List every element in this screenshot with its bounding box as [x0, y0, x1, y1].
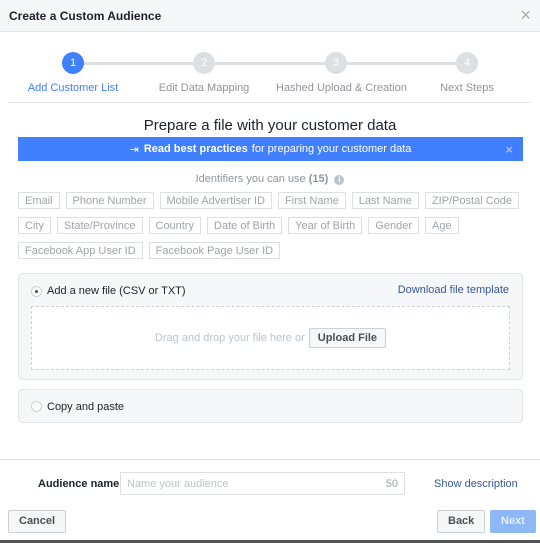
- copy-paste-panel: Copy and paste: [18, 389, 523, 423]
- audience-name-label: Audience name: [38, 478, 120, 490]
- step-label: Hashed Upload & Creation: [276, 82, 407, 94]
- identifier-chip: First Name: [277, 192, 346, 209]
- dropzone-text: Drag and drop your file here or: [154, 332, 305, 344]
- add-file-radio[interactable]: [31, 286, 42, 297]
- close-icon[interactable]: ×: [520, 5, 531, 26]
- copy-paste-label[interactable]: Copy and paste: [47, 401, 124, 413]
- identifier-chip: Gender: [368, 217, 420, 234]
- dialog-footer: Audience name Name your audience 50 Show…: [0, 459, 540, 543]
- progress-stepper: 1 Add Customer List 2 Edit Data Mapping 3 H…: [0, 32, 540, 102]
- upload-file-button[interactable]: Upload File: [308, 328, 387, 348]
- identifier-chip: State/Province: [56, 217, 143, 234]
- step-edit-data-mapping: 2 Edit Data Mapping: [144, 52, 264, 94]
- best-practices-banner[interactable]: ⇥ Read best practices for preparing your…: [18, 137, 523, 161]
- dialog-title: Create a Custom Audience: [9, 8, 162, 23]
- external-link-icon: ⇥: [129, 143, 139, 156]
- step-number: 3: [325, 52, 347, 74]
- step-hashed-upload: 3 Hashed Upload & Creation: [276, 52, 407, 94]
- identifier-chip: Mobile Advertiser ID: [159, 192, 272, 209]
- audience-name-input[interactable]: Name your audience 50: [120, 472, 405, 495]
- identifier-chip: Phone Number: [65, 192, 154, 209]
- step-next-steps: 4 Next Steps: [407, 52, 527, 94]
- step-label: Add Customer List: [27, 82, 119, 94]
- divider: [8, 102, 532, 103]
- download-template-link[interactable]: Download file template: [398, 284, 509, 296]
- step-label: Edit Data Mapping: [158, 82, 250, 94]
- add-file-label[interactable]: Add a new file (CSV or TXT): [47, 285, 186, 297]
- identifier-chip: City: [18, 217, 51, 234]
- banner-text: for preparing your customer data: [251, 143, 412, 155]
- step-number: 2: [193, 52, 215, 74]
- identifier-chip: Year of Birth: [288, 217, 363, 234]
- identifiers-text: Identifiers you can use: [195, 173, 306, 185]
- step-number: 1: [62, 52, 84, 74]
- best-practices-link[interactable]: Read best practices: [144, 143, 248, 155]
- identifier-chip: Country: [148, 217, 202, 234]
- file-dropzone[interactable]: Drag and drop your file here or Upload F…: [31, 306, 510, 370]
- identifier-chip: Date of Birth: [207, 217, 283, 234]
- identifier-chip: Email: [18, 192, 60, 209]
- next-button[interactable]: Next: [490, 510, 536, 533]
- cancel-button[interactable]: Cancel: [8, 510, 67, 533]
- identifier-chips: Email Phone Number Mobile Advertiser ID Fir…: [18, 192, 523, 259]
- add-file-panel: Add a new file (CSV or TXT) Download fil…: [18, 273, 523, 380]
- identifiers-label: Identifiers you can use (15) i: [0, 173, 540, 185]
- dialog-header: Create a Custom Audience ×: [0, 0, 540, 32]
- show-description-link[interactable]: Show description: [434, 478, 518, 490]
- step-number: 4: [456, 52, 478, 74]
- audience-name-placeholder: Name your audience: [127, 477, 229, 490]
- info-icon[interactable]: i: [334, 175, 345, 185]
- step-label: Next Steps: [440, 82, 494, 94]
- identifier-chip: Age: [425, 217, 459, 234]
- identifier-chip: Facebook Page User ID: [148, 242, 281, 259]
- identifier-chip: Facebook App User ID: [18, 242, 143, 259]
- section-heading: Prepare a file with your customer data: [143, 117, 397, 134]
- step-add-customer-list: 1 Add Customer List: [13, 52, 133, 94]
- back-button[interactable]: Back: [437, 510, 486, 533]
- banner-close-icon[interactable]: ×: [505, 142, 513, 157]
- char-limit-counter: 50: [385, 477, 398, 490]
- identifier-chip: Last Name: [351, 192, 419, 209]
- identifiers-count: (15): [308, 173, 329, 185]
- identifier-chip: ZIP/Postal Code: [424, 192, 520, 209]
- copy-paste-radio[interactable]: [31, 401, 42, 412]
